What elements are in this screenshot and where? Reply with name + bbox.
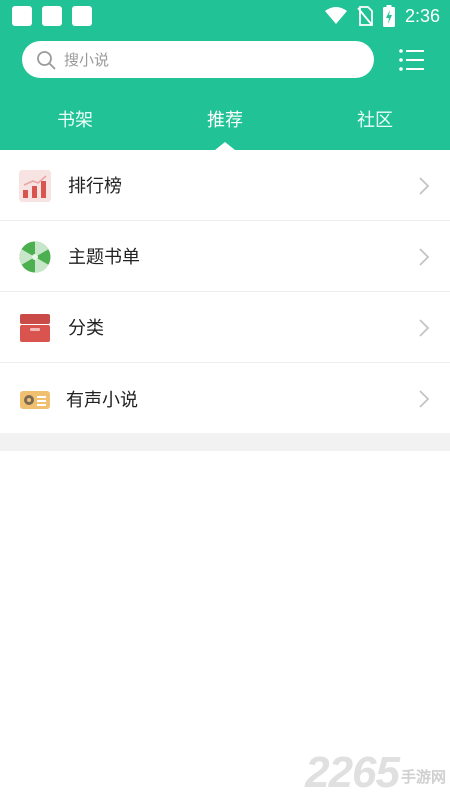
tab-bar: 书架 推荐 社区 xyxy=(0,100,450,140)
chevron-right-icon xyxy=(419,177,430,195)
menu-button[interactable] xyxy=(396,44,428,76)
section-divider xyxy=(0,433,450,451)
tab-community[interactable]: 社区 xyxy=(330,106,420,132)
category-box-icon xyxy=(20,314,50,342)
tab-recommend[interactable]: 推荐 xyxy=(180,106,270,132)
battery-charging-icon xyxy=(382,5,395,27)
status-bar: 2:36 xyxy=(0,0,450,32)
list-item-ranking[interactable]: 排行榜 xyxy=(0,150,450,221)
recommend-list: 排行榜 主题书单 分类 有声小说 xyxy=(0,150,450,434)
notification-icon xyxy=(72,6,92,26)
list-item-category[interactable]: 分类 xyxy=(0,292,450,363)
no-sim-icon xyxy=(357,6,373,26)
candy-swirl-icon xyxy=(19,241,51,273)
watermark-number: 2265 xyxy=(305,748,400,797)
notification-icon xyxy=(42,6,62,26)
watermark-text: 手游网 xyxy=(400,768,446,786)
ranking-chart-icon xyxy=(19,170,51,202)
search-input[interactable]: 搜小说 xyxy=(22,41,374,78)
list-item-audio-novel[interactable]: 有声小说 xyxy=(0,363,450,434)
notification-icon xyxy=(12,6,32,26)
app-header: 2:36 搜小说 书架 推荐 社区 xyxy=(0,0,450,150)
chevron-right-icon xyxy=(419,319,430,337)
clock: 2:36 xyxy=(404,5,440,26)
chevron-right-icon xyxy=(419,390,430,408)
chevron-right-icon xyxy=(419,248,430,266)
watermark: 2265 手游网 xyxy=(305,751,446,795)
list-item-label: 排行榜 xyxy=(68,176,122,197)
radio-icon xyxy=(20,391,50,409)
wifi-icon xyxy=(324,7,347,24)
active-tab-indicator xyxy=(215,142,235,150)
list-item-label: 有声小说 xyxy=(66,389,138,411)
search-placeholder: 搜小说 xyxy=(64,51,110,69)
search-icon xyxy=(37,50,56,69)
tab-bookshelf[interactable]: 书架 xyxy=(30,106,120,132)
list-item-label: 分类 xyxy=(68,318,104,339)
list-menu-icon xyxy=(399,49,424,71)
list-item-label: 主题书单 xyxy=(68,247,140,268)
list-item-theme-booklist[interactable]: 主题书单 xyxy=(0,221,450,292)
